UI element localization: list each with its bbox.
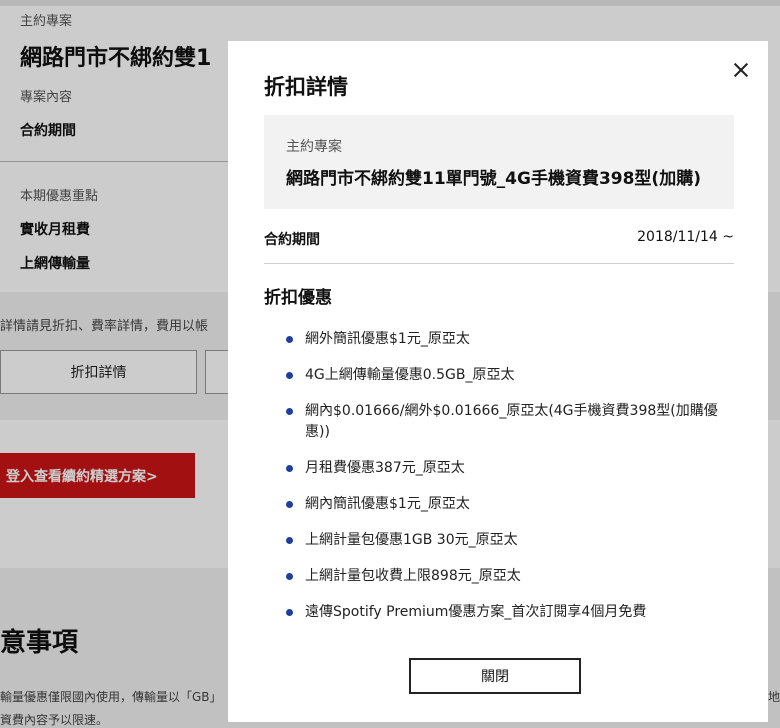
discount-item: 網外簡訊優惠$1元_原亞太 <box>286 329 726 350</box>
discount-text: 網內簡訊優惠$1元_原亞太 <box>305 496 470 512</box>
bullet-icon <box>286 501 293 508</box>
bullet-icon <box>286 465 293 472</box>
plan-name: 網路門市不綁約雙11單門號_4G手機資費398型(加購) <box>286 169 701 189</box>
plan-box: 主約專案 網路門市不綁約雙11單門號_4G手機資費398型(加購) <box>264 115 734 209</box>
discount-text: 網內$0.01666/網外$0.01666_原亞太(4G手機資費398型(加購優… <box>305 403 718 440</box>
contract-period-label: 合約期間 <box>264 232 320 248</box>
discount-item: 網內簡訊優惠$1元_原亞太 <box>286 494 726 515</box>
close-button[interactable]: 關閉 <box>409 658 581 694</box>
discount-text: 上網計量包收費上限898元_原亞太 <box>305 568 521 584</box>
contract-period-value: 2018/11/14 ~ <box>637 229 734 245</box>
discount-text: 遠傳Spotify Premium優惠方案_首次訂閱享4個月免費 <box>305 604 647 620</box>
bullet-icon <box>286 537 293 544</box>
bullet-icon <box>286 408 293 415</box>
bullet-icon <box>286 372 293 379</box>
discount-item: 月租費優惠387元_原亞太 <box>286 458 726 479</box>
discount-detail-modal: 折扣詳情 主約專案 網路門市不綁約雙11單門號_4G手機資費398型(加購) 合… <box>228 41 768 722</box>
close-icon[interactable] <box>724 53 758 87</box>
discount-text: 網外簡訊優惠$1元_原亞太 <box>305 331 470 347</box>
discount-item: 4G上網傳輸量優惠0.5GB_原亞太 <box>286 365 726 386</box>
bullet-icon <box>286 573 293 580</box>
discount-text: 月租費優惠387元_原亞太 <box>305 460 465 476</box>
discount-title: 折扣優惠 <box>264 288 332 308</box>
discount-text: 上網計量包優惠1GB 30元_原亞太 <box>305 532 518 548</box>
modal-title: 折扣詳情 <box>264 75 348 99</box>
period-divider <box>264 263 734 264</box>
discount-item: 上網計量包收費上限898元_原亞太 <box>286 566 726 587</box>
bullet-icon <box>286 609 293 616</box>
discount-item: 上網計量包優惠1GB 30元_原亞太 <box>286 530 726 551</box>
discount-list: 網外簡訊優惠$1元_原亞太 4G上網傳輸量優惠0.5GB_原亞太 網內$0.01… <box>286 329 726 638</box>
discount-item: 網內$0.01666/網外$0.01666_原亞太(4G手機資費398型(加購優… <box>286 401 726 443</box>
discount-item: 遠傳Spotify Premium優惠方案_首次訂閱享4個月免費 <box>286 602 726 623</box>
bullet-icon <box>286 336 293 343</box>
plan-label: 主約專案 <box>286 139 342 155</box>
discount-text: 4G上網傳輸量優惠0.5GB_原亞太 <box>305 367 515 383</box>
